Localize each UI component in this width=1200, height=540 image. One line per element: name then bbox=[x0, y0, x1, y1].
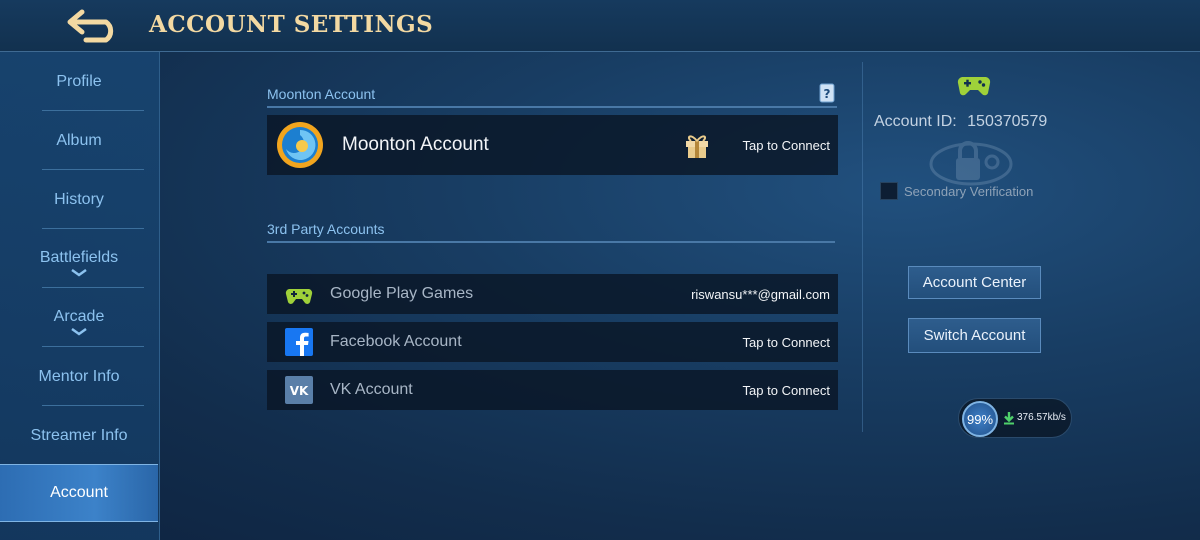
third-party-row-facebook[interactable]: Facebook Account Tap to Connect bbox=[267, 322, 838, 362]
third-party-row-google-play[interactable]: Google Play Games riswansu***@gmail.com bbox=[267, 274, 838, 314]
sidebar-item-battlefields[interactable]: Battlefields bbox=[0, 229, 158, 288]
sidebar-item-label: Battlefields bbox=[39, 248, 119, 266]
section-header-moonton: Moonton Account ? bbox=[267, 83, 837, 108]
sidebar-item-streamer-info[interactable]: Streamer Info bbox=[0, 406, 158, 465]
secondary-verification-label: Secondary Verification bbox=[904, 184, 1034, 199]
page-title: ACCOUNT SETTINGS bbox=[149, 11, 434, 38]
row-action[interactable]: Tap to Connect bbox=[743, 383, 830, 398]
sidebar-item-profile[interactable]: Profile bbox=[0, 52, 158, 111]
moonton-logo-icon bbox=[277, 122, 323, 168]
moonton-connect-action[interactable]: Tap to Connect bbox=[743, 138, 830, 153]
moonton-account-label: Moonton Account bbox=[342, 134, 489, 155]
panel-divider bbox=[862, 62, 863, 432]
account-id: Account ID: 150370579 bbox=[874, 113, 1047, 131]
svg-text:?: ? bbox=[824, 87, 831, 101]
sidebar-item-label: Streamer Info bbox=[30, 426, 128, 444]
third-party-row-vk[interactable]: VK VK Account Tap to Connect bbox=[267, 370, 838, 410]
account-id-label: Account ID: bbox=[874, 113, 957, 130]
download-icon bbox=[1004, 412, 1014, 425]
row-label: VK Account bbox=[330, 381, 413, 398]
gift-icon bbox=[686, 135, 708, 158]
vk-icon: VK bbox=[285, 376, 313, 404]
row-label: Facebook Account bbox=[330, 333, 462, 350]
sidebar: Profile Album History Battlefields Arcad… bbox=[0, 52, 160, 540]
chevron-down-icon bbox=[71, 327, 87, 336]
back-button[interactable] bbox=[66, 6, 128, 44]
secondary-verification-checkbox[interactable] bbox=[880, 182, 898, 200]
sidebar-item-arcade[interactable]: Arcade bbox=[0, 288, 158, 347]
gamepad-icon bbox=[285, 289, 313, 304]
moonton-account-row[interactable]: Moonton Account Tap to Connect bbox=[267, 115, 838, 175]
switch-account-button[interactable]: Switch Account bbox=[908, 318, 1041, 353]
gamepad-icon bbox=[957, 77, 991, 96]
section-title: Moonton Account bbox=[267, 86, 376, 102]
section-title: 3rd Party Accounts bbox=[267, 221, 385, 237]
lock-icon bbox=[929, 141, 1013, 186]
row-label: Google Play Games bbox=[330, 285, 474, 302]
row-action[interactable]: Tap to Connect bbox=[743, 335, 830, 350]
download-percent: 99% bbox=[962, 401, 998, 437]
sidebar-item-label: Mentor Info bbox=[38, 367, 120, 385]
account-id-value: 150370579 bbox=[967, 113, 1048, 130]
sidebar-item-mentor-info[interactable]: Mentor Info bbox=[0, 347, 158, 406]
sidebar-item-album[interactable]: Album bbox=[0, 111, 158, 170]
svg-text:VK: VK bbox=[290, 384, 309, 398]
sidebar-item-label: Account bbox=[50, 484, 108, 501]
sidebar-item-history[interactable]: History bbox=[0, 170, 158, 229]
chevron-down-icon bbox=[71, 268, 87, 277]
sidebar-item-label: Arcade bbox=[53, 307, 105, 325]
row-action: riswansu***@gmail.com bbox=[691, 286, 830, 302]
download-rate: 376.57kb/s bbox=[1017, 412, 1066, 423]
section-header-third-party: 3rd Party Accounts bbox=[267, 221, 835, 243]
sidebar-item-label: Profile bbox=[56, 72, 102, 90]
help-icon[interactable]: ? bbox=[819, 83, 835, 103]
top-bar: ACCOUNT SETTINGS bbox=[0, 0, 1200, 52]
back-arrow-icon bbox=[67, 9, 114, 43]
sidebar-item-account[interactable]: Account bbox=[0, 464, 158, 522]
sidebar-item-label: Album bbox=[56, 131, 102, 149]
network-status: 99% 376.57kb/s bbox=[958, 398, 1072, 438]
facebook-icon bbox=[285, 328, 313, 356]
sidebar-item-label: History bbox=[54, 190, 104, 208]
account-center-button[interactable]: Account Center bbox=[908, 266, 1041, 299]
